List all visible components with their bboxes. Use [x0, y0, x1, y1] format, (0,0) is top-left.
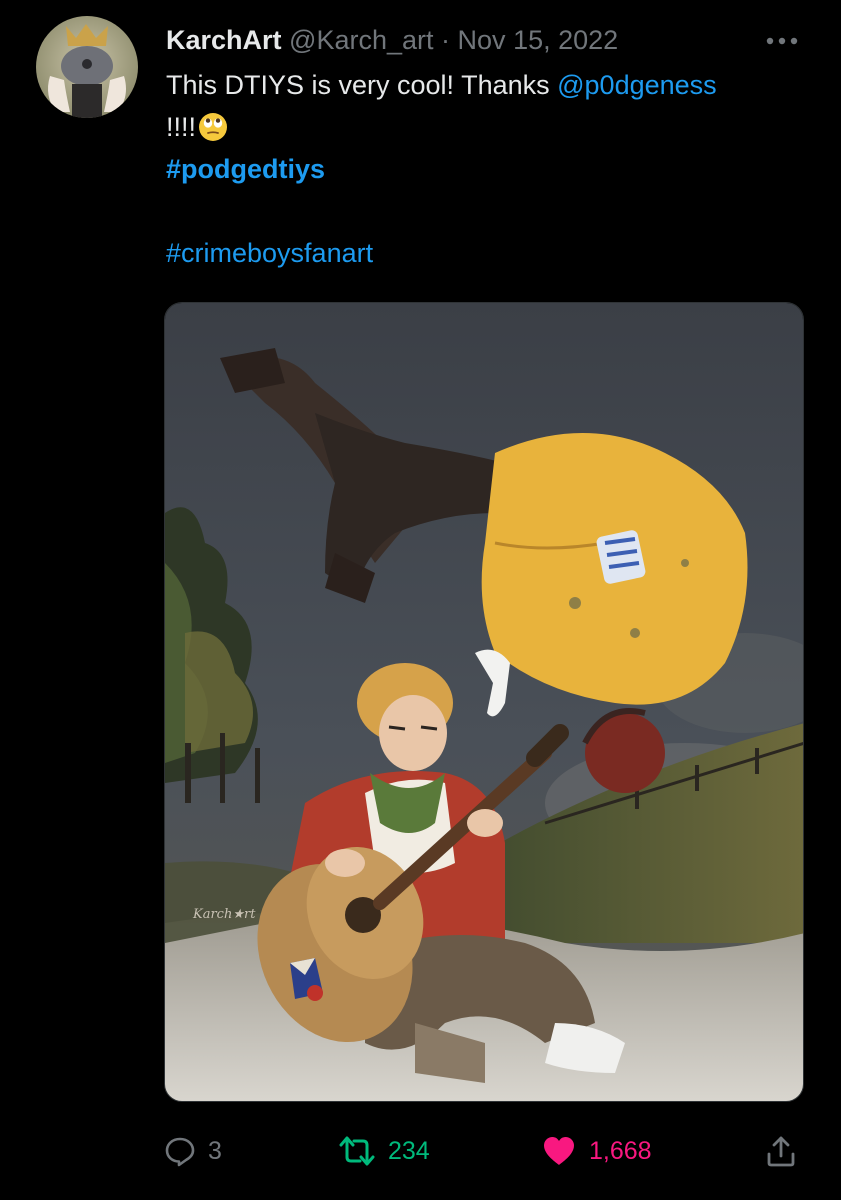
reply-button[interactable]: 3: [164, 1128, 222, 1174]
hashtag-link-crimeboysfanart[interactable]: #crimeboysfanart: [166, 238, 373, 268]
tweet-header: KarchArt @Karch_art · Nov 15, 2022: [166, 20, 618, 60]
retweet-count: 234: [388, 1136, 430, 1165]
artist-signature: Karch★rt: [193, 907, 256, 922]
author-name[interactable]: KarchArt: [166, 25, 282, 55]
retweet-button[interactable]: 234: [338, 1128, 430, 1174]
tweet-date[interactable]: Nov 15, 2022: [458, 25, 619, 55]
tweet-media-image[interactable]: Karch★rt: [164, 302, 804, 1102]
share-icon: [764, 1134, 798, 1168]
hashtag-link-podgedtiys[interactable]: #podgedtiys: [166, 154, 325, 184]
tweet-text: This DTIYS is very cool! Thanks @p0dgene…: [166, 64, 806, 274]
tweet-text-line1: This DTIYS is very cool! Thanks: [166, 70, 558, 100]
header-separator: ·: [441, 25, 451, 55]
mention-link[interactable]: @p0dgeness: [557, 70, 717, 100]
reply-count: 3: [208, 1136, 222, 1165]
tweet-actions: 3 234 1,668: [0, 1128, 841, 1174]
tweet-text-line2: !!!!: [166, 112, 197, 142]
share-button[interactable]: [764, 1128, 798, 1174]
like-button[interactable]: 1,668: [541, 1128, 652, 1174]
retweet-icon: [338, 1135, 376, 1167]
author-handle[interactable]: @Karch_art: [289, 25, 433, 55]
reply-icon: [164, 1135, 196, 1167]
heart-icon: [541, 1135, 577, 1167]
author-avatar[interactable]: [36, 16, 138, 118]
like-count: 1,668: [589, 1136, 652, 1165]
more-options-icon[interactable]: [762, 28, 802, 54]
